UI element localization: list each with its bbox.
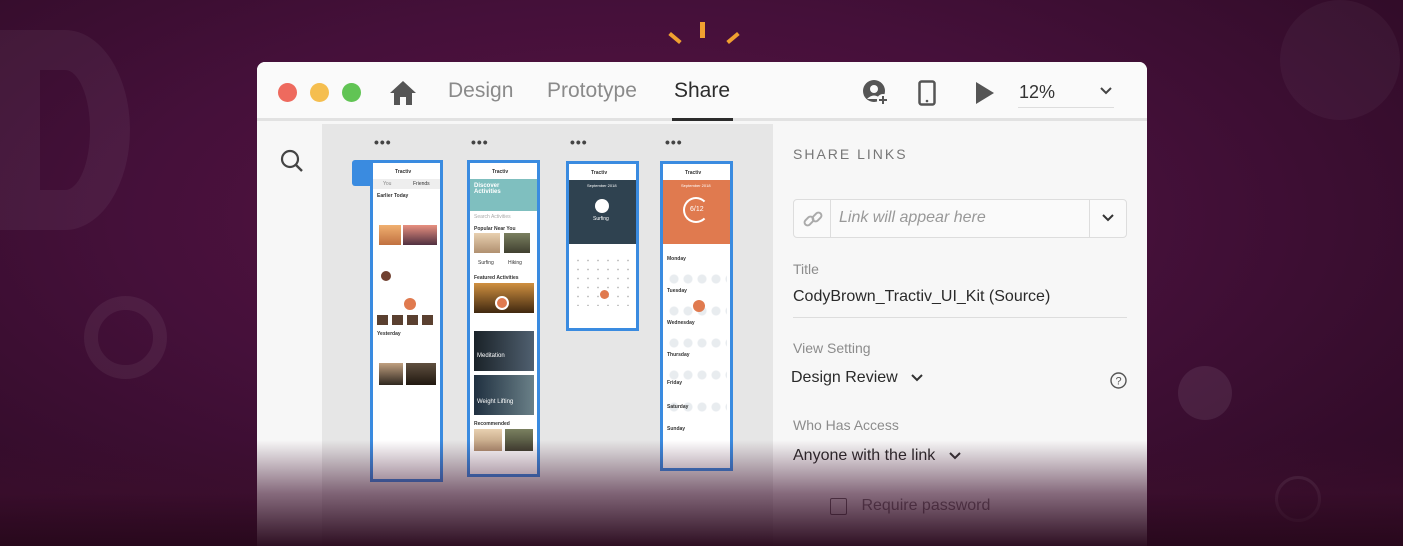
title-label: Title	[793, 261, 819, 277]
sparkle-icon	[668, 31, 682, 45]
artboard-text: Discover Activities	[474, 183, 501, 195]
artboard-app-name: Tractiv	[395, 169, 412, 175]
chevron-down-icon	[948, 451, 962, 461]
artboard-text: Surfing	[478, 260, 494, 266]
bg-ring-decoration	[84, 296, 167, 379]
artboard-text: Wednesday	[667, 320, 695, 326]
access-label: Who Has Access	[793, 417, 899, 433]
artboard-text: 6/12	[690, 206, 704, 213]
tab-prototype[interactable]: Prototype	[547, 79, 637, 103]
checkbox[interactable]	[830, 497, 847, 515]
svg-text:?: ?	[1115, 376, 1121, 388]
view-setting-dropdown[interactable]: Design Review	[791, 369, 924, 391]
device-preview-icon[interactable]	[918, 80, 936, 106]
bg-ring-decoration	[0, 30, 130, 230]
artboard-menu-icon[interactable]: •••	[471, 134, 489, 150]
artboard-text: Saturday	[667, 404, 689, 410]
help-icon[interactable]: ?	[1110, 372, 1127, 389]
maximize-window-button[interactable]	[342, 83, 361, 102]
sparkle-icon	[726, 31, 740, 45]
artboard-text: Yesterday	[377, 331, 401, 337]
artboard-app-name: Tractiv	[685, 170, 702, 176]
artboard-text: Friday	[667, 380, 683, 386]
minimize-window-button[interactable]	[310, 83, 329, 102]
sparkle-icon	[700, 22, 705, 38]
chevron-down-icon	[910, 373, 924, 383]
zoom-value: 12%	[1019, 82, 1056, 102]
artboard-text: Friends	[413, 181, 430, 187]
artboard-text: Sunday	[667, 426, 686, 432]
app-window: Design Prototype Share 12% ••• Tractiv Y…	[257, 62, 1147, 546]
view-setting-label: View Setting	[793, 340, 871, 356]
artboard-text: Thursday	[667, 352, 690, 358]
artboard-text: Surfing	[593, 216, 609, 222]
search-icon[interactable]	[280, 149, 304, 173]
artboard-text: Search Activities	[474, 214, 511, 220]
artboard-text: Recommended	[474, 421, 510, 427]
link-placeholder: Link will appear here	[839, 209, 986, 226]
artboard-text: You	[383, 181, 392, 187]
bg-circle-decoration	[1178, 366, 1232, 420]
share-link-field[interactable]: Link will appear here	[793, 199, 1127, 238]
artboard-app-name: Tractiv	[591, 170, 608, 176]
require-password-checkbox[interactable]: Require password	[830, 497, 990, 515]
artboard-text: September 2018	[681, 183, 711, 188]
chevron-down-icon	[1100, 80, 1112, 100]
artboard-menu-icon[interactable]: •••	[570, 134, 588, 150]
tool-strip	[257, 124, 322, 546]
artboard-menu-icon[interactable]: •••	[374, 134, 392, 150]
artboard-calendar[interactable]: Tractiv September 2018 Surfing	[566, 161, 639, 331]
artboard-text: Earlier Today	[377, 193, 409, 199]
artboard-progress[interactable]: Tractiv September 2018 6/12 Monday Tuesd…	[660, 161, 733, 471]
access-value: Anyone with the link	[793, 447, 936, 464]
artboard-selection-tab	[352, 160, 370, 186]
artboard-text: Featured Activities	[474, 275, 519, 281]
zoom-dropdown[interactable]: 12%	[1018, 80, 1114, 108]
close-window-button[interactable]	[278, 83, 297, 102]
active-tab-indicator	[672, 118, 733, 121]
artboard-menu-icon[interactable]: •••	[665, 134, 683, 150]
artboard-text: Monday	[667, 256, 686, 262]
bg-ring-decoration	[1275, 476, 1321, 522]
link-icon	[794, 200, 831, 237]
artboard-app-name: Tractiv	[492, 169, 509, 175]
artboard-text: September 2018	[587, 183, 617, 188]
title-bar: Design Prototype Share 12%	[257, 62, 1147, 121]
home-icon[interactable]	[389, 80, 417, 106]
tab-share[interactable]: Share	[674, 79, 730, 103]
require-password-label: Require password	[861, 497, 991, 514]
view-setting-value: Design Review	[791, 369, 898, 386]
share-panel: SHARE LINKS Link will appear here Title …	[773, 124, 1147, 546]
share-links-heading: SHARE LINKS	[793, 146, 908, 162]
artboard-feed[interactable]: Tractiv You Friends Earlier Today Yester…	[370, 160, 443, 482]
link-options-dropdown[interactable]	[1089, 200, 1126, 237]
artboard-discover[interactable]: Tractiv Discover Activities Search Activ…	[467, 160, 540, 477]
artboard-text: Hiking	[508, 260, 522, 266]
invite-user-icon[interactable]	[862, 79, 890, 107]
bg-circle-decoration	[1280, 0, 1400, 120]
artboard-text: Meditation	[477, 353, 505, 359]
play-icon[interactable]	[975, 81, 995, 105]
artboard-canvas[interactable]: ••• Tractiv You Friends Earlier Today Ye…	[322, 124, 773, 546]
title-input[interactable]: CodyBrown_Tractiv_UI_Kit (Source)	[793, 288, 1127, 318]
tab-design[interactable]: Design	[448, 79, 513, 103]
artboard-text: Weight Lifting	[477, 399, 514, 405]
access-dropdown[interactable]: Anyone with the link	[793, 447, 962, 469]
artboard-text: Popular Near You	[474, 226, 516, 232]
artboard-text: Tuesday	[667, 288, 687, 294]
